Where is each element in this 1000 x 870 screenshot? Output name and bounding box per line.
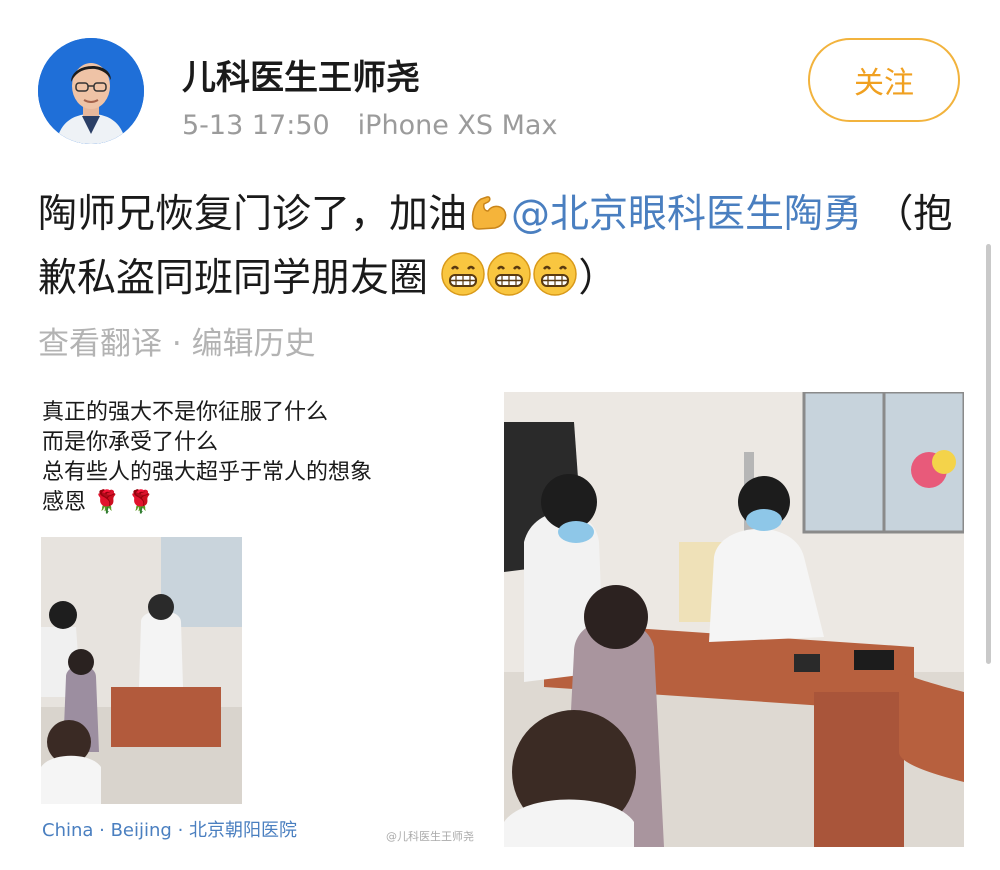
post-time: 5-13 17:50 [182,110,330,141]
caption-line: 总有些人的强大超乎于常人的想象 [42,460,373,485]
post-device: iPhone XS Max [357,110,558,141]
grinning-emoji-icon [440,251,486,314]
grinning-emoji-icon [532,251,578,314]
username[interactable]: 儿科医生王师尧 [182,50,420,99]
caption-line: 而是你承受了什么 [42,430,219,455]
clinic-scene-large [504,392,964,847]
post-actions: 查看翻译 · 编辑历史 [38,318,316,363]
mention-link[interactable]: @北京眼科医生陶勇 [511,192,862,237]
caption-line-text: 感恩 [42,490,87,515]
edit-history-link[interactable]: 编辑历史 [192,326,316,362]
avatar[interactable] [38,38,144,144]
rose-emoji-icon: 🌹 🌹 [93,490,155,515]
avatar-portrait [38,38,144,144]
follow-button[interactable]: 关注 [808,38,960,122]
location-tag[interactable]: China · Beijing · 北京朝阳医院 [42,816,297,842]
post-text: 陶师兄恢复门诊了，加油 @北京眼科医生陶勇 （抱歉私盗同班同学朋友圈 ） [38,186,958,314]
actions-separator: · [162,326,192,362]
moments-caption: 真正的强大不是你征服了什么 而是你承受了什么 总有些人的强大超乎于常人的想象 感… [42,398,372,518]
clinic-scene-small [41,537,242,804]
translate-link[interactable]: 查看翻译 [38,326,162,362]
grinning-emoji-icon [486,251,532,314]
post-text-part1: 陶师兄恢复门诊了，加油 [38,192,468,237]
scrollbar[interactable] [986,244,991,664]
moments-photo[interactable] [41,537,242,804]
watermark: @儿科医生王师尧 [386,830,474,843]
post-meta: 5-13 17:50 iPhone XS Max [182,110,557,141]
muscle-emoji-icon [467,192,511,250]
moments-photo-large[interactable] [504,392,964,847]
caption-line-last: 感恩 🌹 🌹 [42,488,372,518]
caption-line: 真正的强大不是你征服了什么 [42,400,329,425]
post-text-part3: ） [578,256,618,301]
